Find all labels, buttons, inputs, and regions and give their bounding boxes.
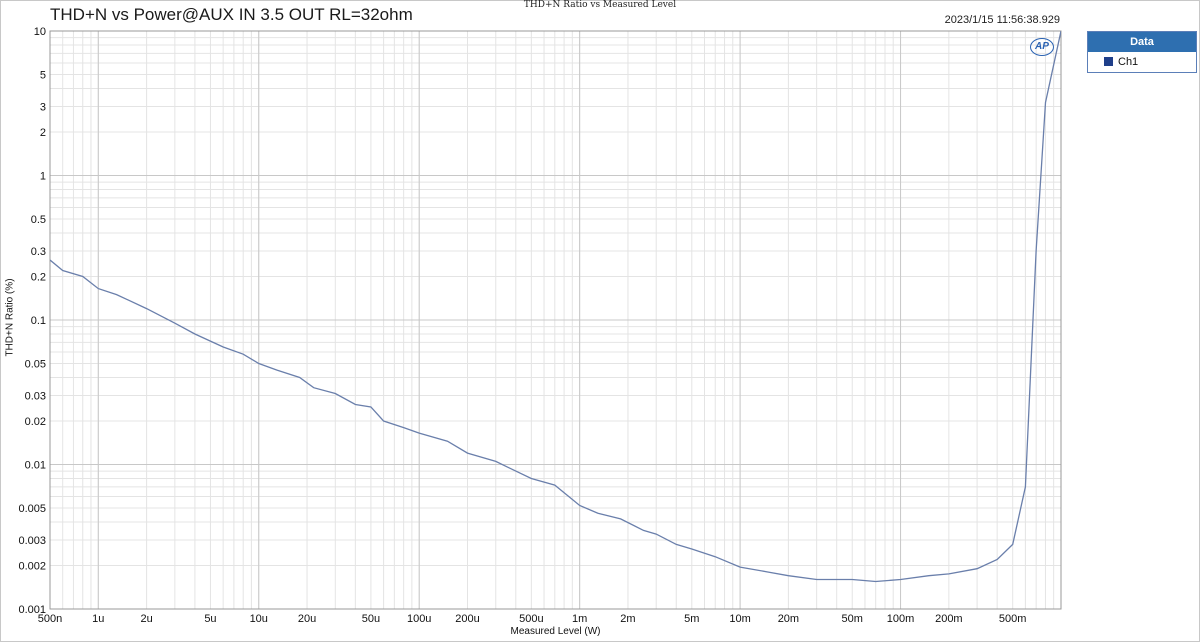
x-tick-label: 10m [729,613,750,625]
ap-logo-icon: AP [1030,38,1054,56]
legend-item-label: Ch1 [1118,55,1139,68]
y-tick-label: 0.02 [25,416,46,428]
x-tick-label: 200u [455,613,479,625]
thd-chart: 500n 1u 2u 5u 10u 20u 50u 100u 200u 500u 1m 2m 5m 10m… [18,26,1062,625]
x-tick-label: 50m [842,613,863,625]
y-tick-label: 2 [40,127,46,139]
y-tick-label: 0.001 [18,604,46,616]
x-tick-label: 2m [620,613,635,625]
y-tick-label: 0.1 [31,315,46,327]
y-tick-label: 0.5 [31,214,46,226]
x-tick-label: 20m [778,613,799,625]
y-tick-label: 10 [34,26,46,38]
y-tick-label: 0.002 [18,561,46,573]
x-tick-label: 2u [140,613,152,625]
legend-swatch [1104,57,1113,66]
y-tick-label: 0.03 [25,391,46,403]
x-tick-label: 500m [999,613,1027,625]
y-axis-label: THD+N Ratio (%) [4,278,16,357]
x-tick-label: 100u [407,613,431,625]
legend: Data Ch1 [1087,31,1197,73]
y-tick-label: 0.2 [31,272,46,284]
legend-item-ch1[interactable]: Ch1 [1088,52,1196,71]
y-tick-label: 3 [40,102,46,114]
legend-header: Data [1088,32,1196,52]
x-tick-label: 5m [684,613,699,625]
y-tick-label: 5 [40,69,46,81]
x-tick-label: 10u [250,613,268,625]
x-tick-label: 1m [572,613,587,625]
x-tick-label: 100m [887,613,915,625]
x-axis-label: Measured Level (W) [510,626,601,637]
y-tick-label: 1 [40,171,46,183]
x-tick-label: 200m [935,613,963,625]
y-tick-label: 0.005 [18,503,46,515]
x-tick-label: 20u [298,613,316,625]
x-tick-label: 1u [92,613,104,625]
series-line-ch1 [50,31,1061,583]
y-tick-label: 0.05 [25,358,46,370]
x-tick-label: 50u [362,613,380,625]
x-tick-label: 500u [519,613,543,625]
y-tick-label: 0.003 [18,535,46,547]
y-tick-label: 0.01 [25,460,46,472]
x-tick-label: 5u [204,613,216,625]
y-tick-label: 0.3 [31,246,46,258]
